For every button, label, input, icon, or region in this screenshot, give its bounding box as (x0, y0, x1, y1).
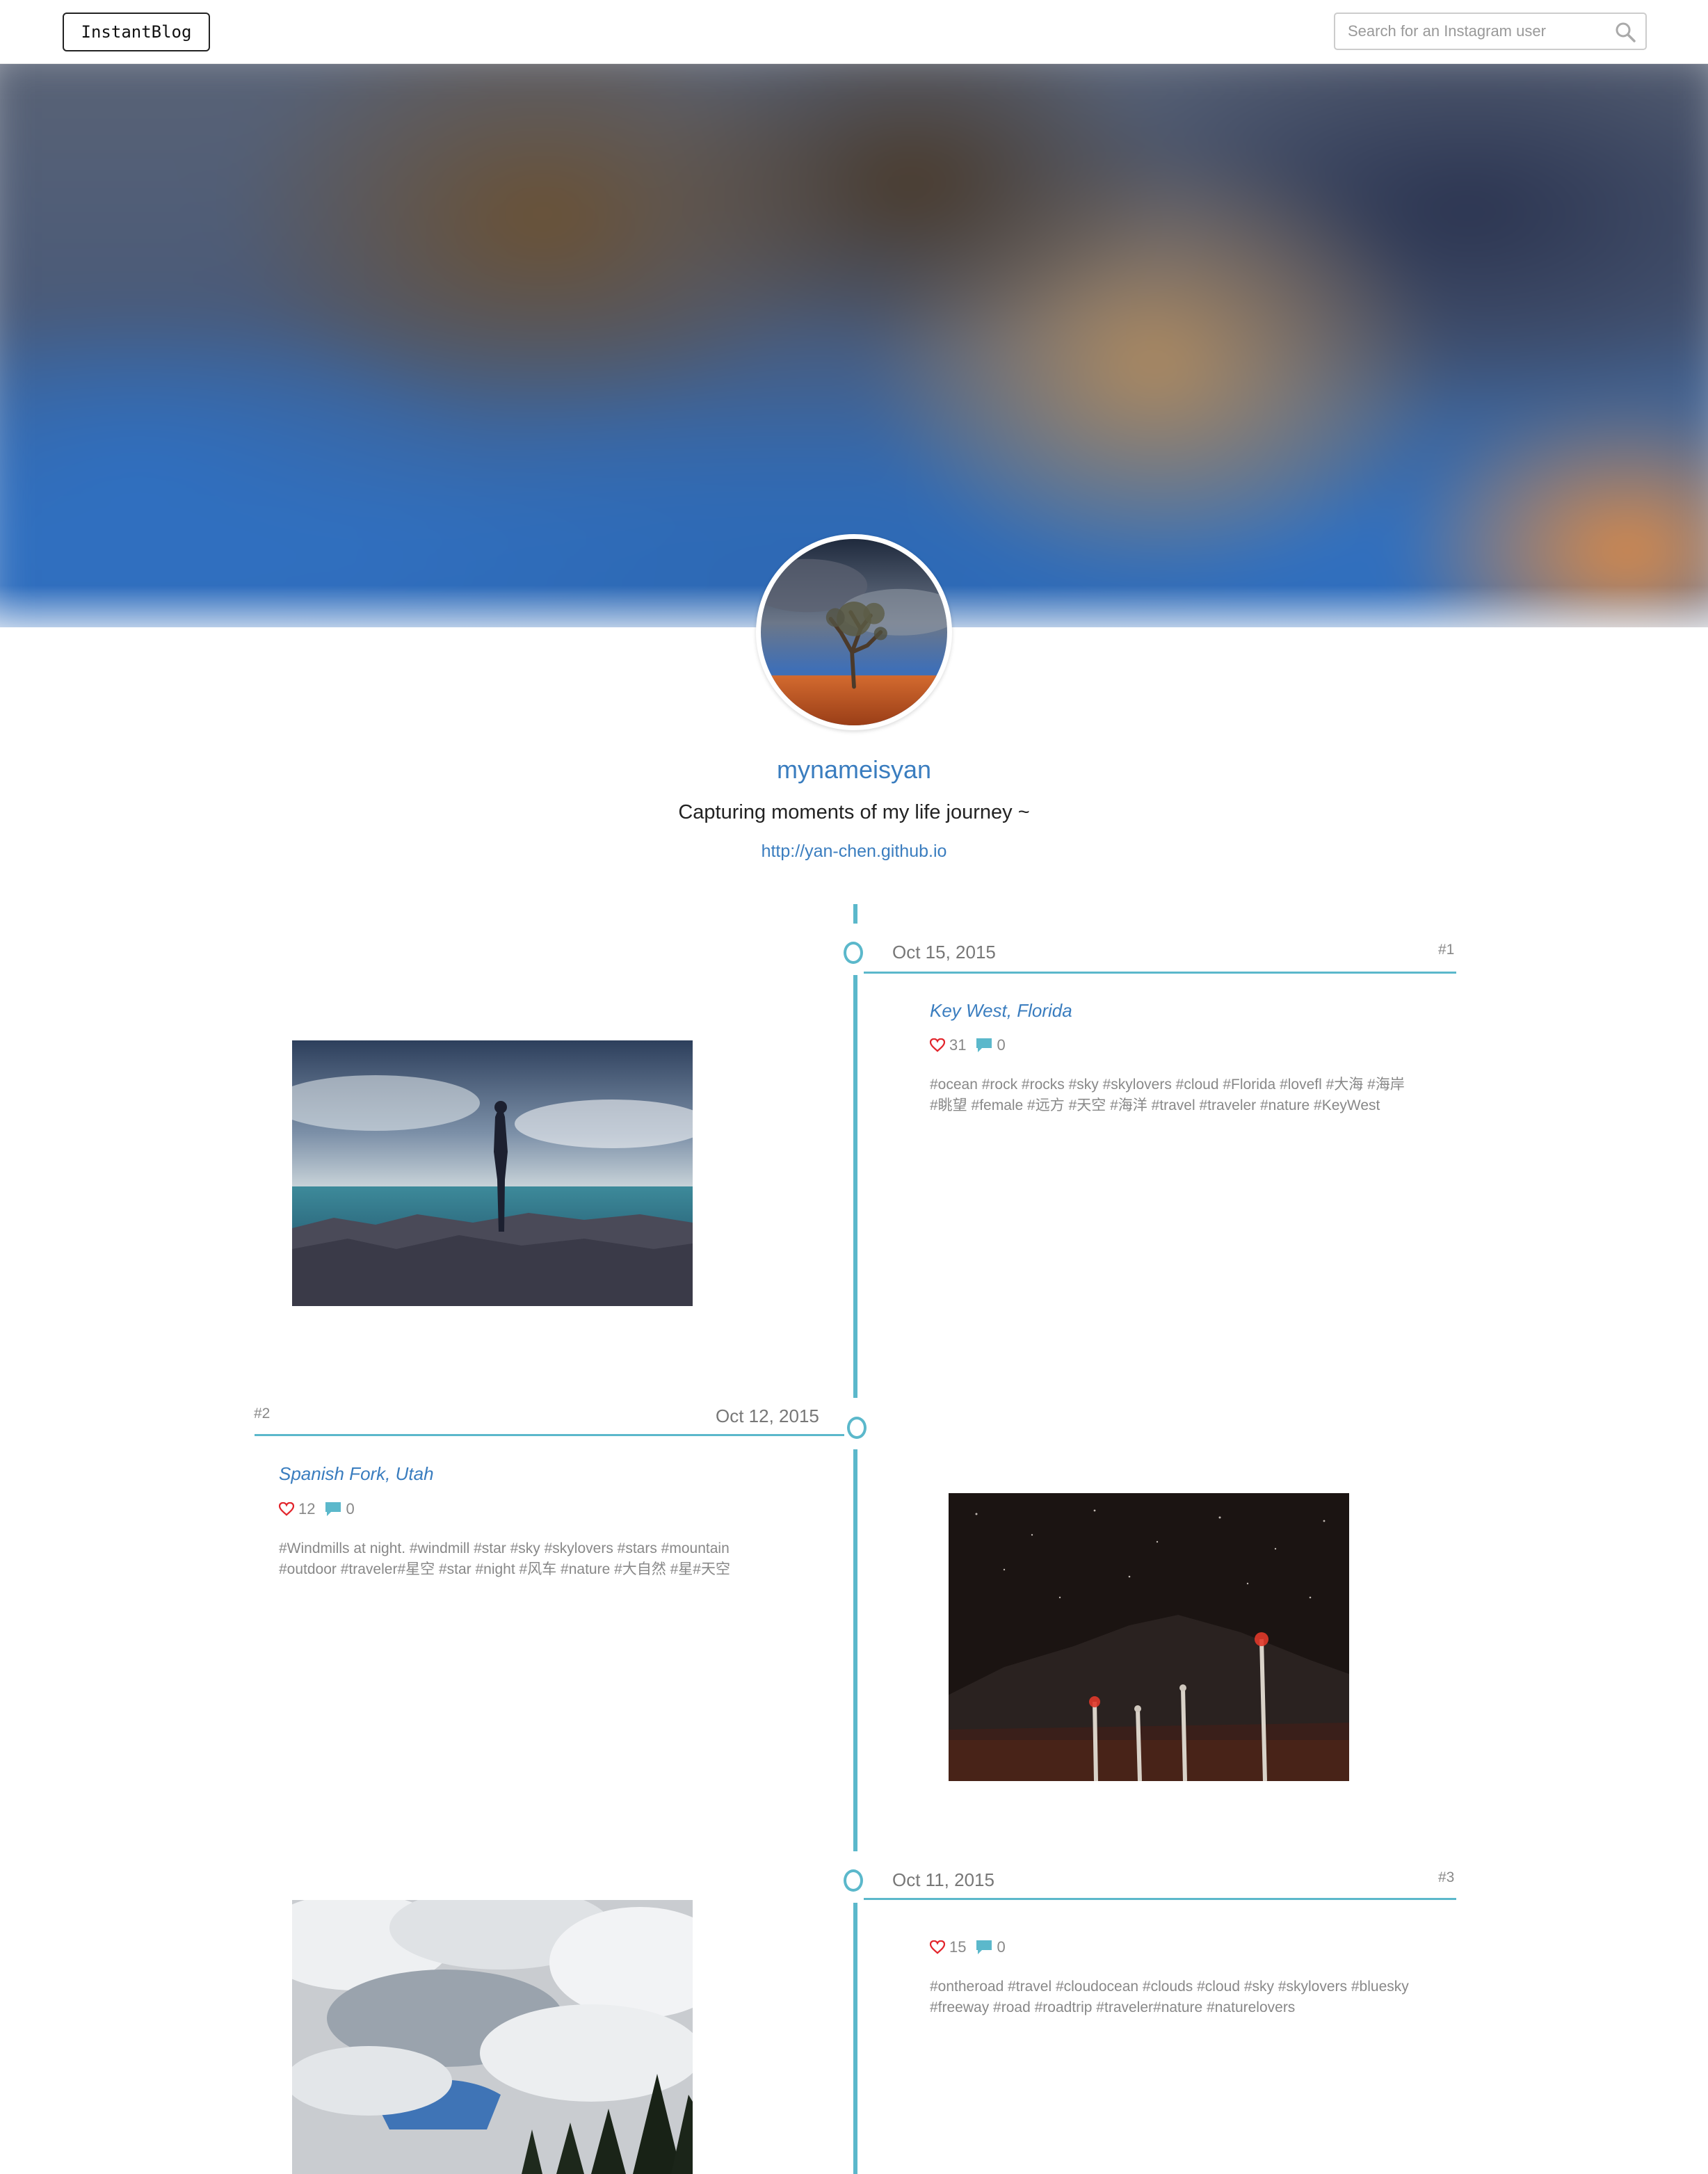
post-date: Oct 11, 2015 (892, 1869, 994, 1890)
post-stats: 31 0 (930, 1036, 1015, 1054)
post-number: #3 (1438, 1869, 1455, 1885)
comment-count[interactable]: 0 (976, 1938, 1006, 1956)
post-location-link[interactable]: Key West, Florida (930, 1000, 1072, 1022)
timeline-divider (864, 1898, 1456, 1900)
post-caption: #ontheroad #travel #cloudocean #clouds #… (930, 1976, 1444, 2018)
post-caption: #Windmills at night. #windmill #star #sk… (279, 1538, 793, 1580)
profile-username[interactable]: mynameisyan (0, 755, 1708, 784)
navbar: InstantBlog (0, 0, 1708, 64)
timeline-divider (255, 1434, 844, 1436)
post-caption-line: #ocean #rock #rocks #sky #skylovers #clo… (930, 1077, 1405, 1093)
post-caption-line: #ontheroad #travel #cloudocean #clouds #… (930, 1979, 1409, 1995)
like-count-value: 12 (298, 1500, 316, 1517)
post-photo[interactable] (949, 1493, 1349, 1781)
comment-icon (976, 1940, 992, 1954)
comment-count[interactable]: 0 (976, 1036, 1006, 1054)
timeline-divider (864, 972, 1456, 974)
heart-icon (930, 1038, 945, 1052)
like-count-value: 31 (949, 1036, 967, 1054)
search-box (1334, 13, 1647, 50)
heart-icon (930, 1940, 945, 1954)
profile-website-link[interactable]: http://yan-chen.github.io (0, 842, 1708, 862)
comment-count-value: 0 (997, 1036, 1006, 1054)
comment-icon (325, 1502, 341, 1516)
like-count[interactable]: 31 (930, 1036, 966, 1054)
like-count[interactable]: 12 (279, 1500, 315, 1518)
brand-logo-button[interactable]: InstantBlog (63, 13, 210, 51)
comment-count-value: 0 (346, 1500, 355, 1517)
timeline-line (853, 1903, 857, 2174)
timeline-line (853, 1449, 857, 1851)
post-date: Oct 12, 2015 (716, 1406, 819, 1426)
post-caption-line: #眺望 #female #远方 #天空 #海洋 #travel #travele… (930, 1097, 1380, 1113)
post-date: Oct 15, 2015 (892, 942, 996, 963)
timeline-node (847, 1417, 867, 1439)
post-caption-line: #freeway #road #roadtrip #traveler#natur… (930, 1999, 1296, 2015)
heart-icon (279, 1502, 294, 1516)
like-count-value: 15 (949, 1938, 967, 1956)
like-count[interactable]: 15 (930, 1938, 966, 1956)
search-icon[interactable] (1615, 22, 1636, 42)
timeline-node (844, 942, 863, 964)
post-location-link[interactable]: Spanish Fork, Utah (279, 1463, 434, 1485)
post-photo[interactable] (292, 1900, 693, 2174)
comment-icon (976, 1038, 992, 1052)
post-number: #1 (1438, 942, 1455, 958)
post-caption: #ocean #rock #rocks #sky #skylovers #clo… (930, 1074, 1444, 1116)
timeline-line (853, 975, 857, 1398)
timeline-line-top (853, 904, 857, 924)
post-stats: 15 0 (930, 1938, 1015, 1956)
avatar (756, 534, 952, 730)
comment-count-value: 0 (997, 1938, 1006, 1956)
post-stats: 12 0 (279, 1500, 364, 1518)
timeline-node (844, 1869, 863, 1892)
comment-count[interactable]: 0 (325, 1500, 355, 1518)
post-photo[interactable] (292, 1040, 693, 1306)
search-input[interactable] (1348, 14, 1605, 49)
profile-bio: Capturing moments of my life journey ~ (678, 801, 1030, 823)
post-caption-line: #outdoor #traveler#星空 #star #night #风车 #… (279, 1561, 730, 1577)
post-number: #2 (254, 1406, 271, 1422)
post-caption-line: #Windmills at night. #windmill #star #sk… (279, 1540, 730, 1556)
